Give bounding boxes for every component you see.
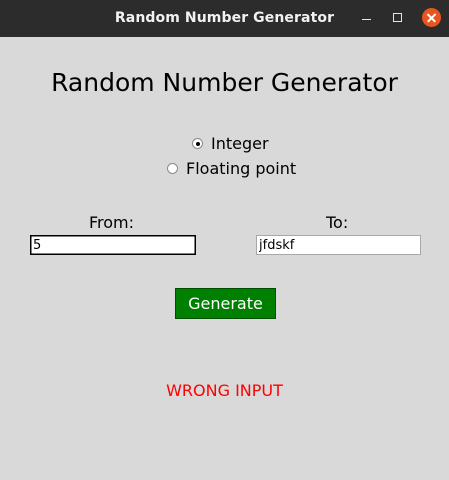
close-icon[interactable]	[422, 8, 441, 27]
minimize-icon[interactable]	[358, 9, 376, 27]
radio-integer-indicator[interactable]	[192, 138, 203, 149]
to-label: To:	[326, 213, 349, 232]
maximize-icon[interactable]	[389, 9, 407, 27]
generate-button[interactable]: Generate	[175, 288, 276, 319]
window-title: Random Number Generator	[114, 10, 335, 26]
radio-integer-label: Integer	[211, 134, 269, 153]
status-message: WRONG INPUT	[166, 381, 283, 400]
window-titlebar: Random Number Generator	[0, 0, 449, 37]
page-title: Random Number Generator	[51, 68, 398, 97]
from-input[interactable]	[30, 235, 196, 255]
radio-floating-point-indicator[interactable]	[167, 163, 178, 174]
radio-floating-point-label: Floating point	[186, 159, 297, 178]
radio-integer[interactable]: Integer	[192, 134, 269, 153]
radio-floating-point[interactable]: Floating point	[167, 159, 296, 178]
from-label: From:	[89, 213, 135, 232]
to-input[interactable]	[256, 235, 421, 255]
